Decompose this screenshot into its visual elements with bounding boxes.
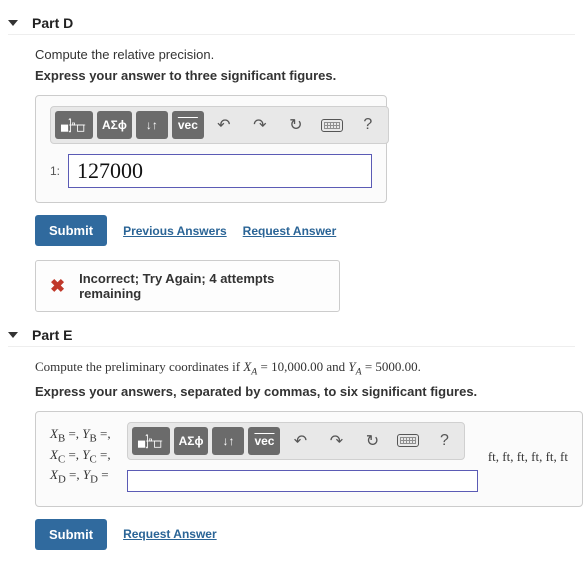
part-d-title: Part D — [32, 15, 73, 31]
part-d-instruction: Compute the relative precision. — [35, 47, 575, 62]
inst-prefix: Compute the preliminary coordinates if — [35, 359, 243, 374]
labels-row-d: XD =, YD = — [50, 467, 111, 487]
svg-text:n: n — [148, 436, 152, 443]
part-e-actions: Submit Request Answer — [35, 519, 575, 550]
undo-button[interactable]: ↶ — [284, 427, 316, 455]
keyboard-icon — [321, 119, 343, 132]
previous-answers-link[interactable]: Previous Answers — [123, 224, 227, 238]
caret-down-icon — [8, 332, 18, 338]
templates-icon: n — [60, 115, 88, 135]
templates-button[interactable]: n — [132, 427, 170, 455]
xa-val: = 10,000.00 — [257, 359, 323, 374]
toolbar: n ΑΣϕ ↓↑ vec ↶ ↷ ↻ ? — [127, 422, 466, 460]
part-d-body: Compute the relative precision. Express … — [8, 35, 575, 312]
part-d-header[interactable]: Part D — [8, 12, 575, 35]
part-e-header[interactable]: Part E — [8, 324, 575, 347]
part-e-title: Part E — [32, 327, 72, 343]
mid-column: n ΑΣϕ ↓↑ vec ↶ ↷ ↻ ? — [127, 422, 478, 492]
help-button[interactable]: ? — [352, 111, 384, 139]
part-e-instruction: Compute the preliminary coordinates if X… — [35, 359, 575, 378]
request-answer-link[interactable]: Request Answer — [243, 224, 337, 238]
labels-row-c: XC =, YC =, — [50, 447, 111, 467]
ya-val: = 5000.00 — [362, 359, 418, 374]
submit-button[interactable]: Submit — [35, 215, 107, 246]
greek-button[interactable]: ΑΣϕ — [97, 111, 132, 139]
keyboard-button[interactable] — [316, 111, 348, 139]
redo-button[interactable]: ↷ — [320, 427, 352, 455]
part-d-answer-box: n ΑΣϕ ↓↑ vec ↶ ↷ ↻ ? 1: — [35, 95, 387, 203]
keyboard-button[interactable] — [392, 427, 424, 455]
part-e-format: Express your answers, separated by comma… — [35, 384, 575, 399]
input-index: 1: — [50, 164, 60, 178]
submit-button[interactable]: Submit — [35, 519, 107, 550]
caret-down-icon — [8, 20, 18, 26]
incorrect-icon: ✖ — [50, 276, 65, 297]
keyboard-icon — [397, 434, 419, 447]
subsup-button[interactable]: ↓↑ — [136, 111, 168, 139]
templates-icon: n — [137, 431, 165, 451]
coord-labels: XB =, YB =, XC =, YC =, XD =, YD = — [50, 426, 127, 486]
part-e-answer-box: XB =, YB =, XC =, YC =, XD =, YD = n — [35, 411, 583, 507]
subsup-button[interactable]: ↓↑ — [212, 427, 244, 455]
feedback-box: ✖ Incorrect; Try Again; 4 attempts remai… — [35, 260, 340, 312]
svg-text:n: n — [72, 121, 76, 128]
reset-button[interactable]: ↻ — [280, 111, 312, 139]
undo-button[interactable]: ↶ — [208, 111, 240, 139]
greek-button[interactable]: ΑΣϕ — [174, 427, 209, 455]
labels-row-b: XB =, YB =, — [50, 426, 111, 446]
vec-button[interactable]: vec — [248, 427, 280, 455]
vec-button[interactable]: vec — [172, 111, 204, 139]
answer-input[interactable] — [127, 470, 478, 492]
part-e: Part E Compute the preliminary coordinat… — [8, 324, 575, 550]
help-button[interactable]: ? — [428, 427, 460, 455]
part-d-actions: Submit Previous Answers Request Answer — [35, 215, 575, 246]
answer-input[interactable] — [68, 154, 372, 188]
units-text: ft, ft, ft, ft, ft, ft — [478, 449, 568, 465]
part-d: Part D Compute the relative precision. E… — [8, 12, 575, 312]
part-d-format: Express your answer to three significant… — [35, 68, 575, 83]
toolbar: n ΑΣϕ ↓↑ vec ↶ ↷ ↻ ? — [50, 106, 389, 144]
period: . — [418, 359, 421, 374]
part-e-body: Compute the preliminary coordinates if X… — [8, 347, 575, 550]
and-text: and — [323, 359, 348, 374]
request-answer-link[interactable]: Request Answer — [123, 527, 217, 541]
redo-button[interactable]: ↷ — [244, 111, 276, 139]
feedback-text: Incorrect; Try Again; 4 attempts remaini… — [79, 271, 325, 301]
reset-button[interactable]: ↻ — [356, 427, 388, 455]
templates-button[interactable]: n — [55, 111, 93, 139]
ya-sym: Y — [348, 359, 355, 374]
input-row: 1: — [50, 154, 372, 188]
